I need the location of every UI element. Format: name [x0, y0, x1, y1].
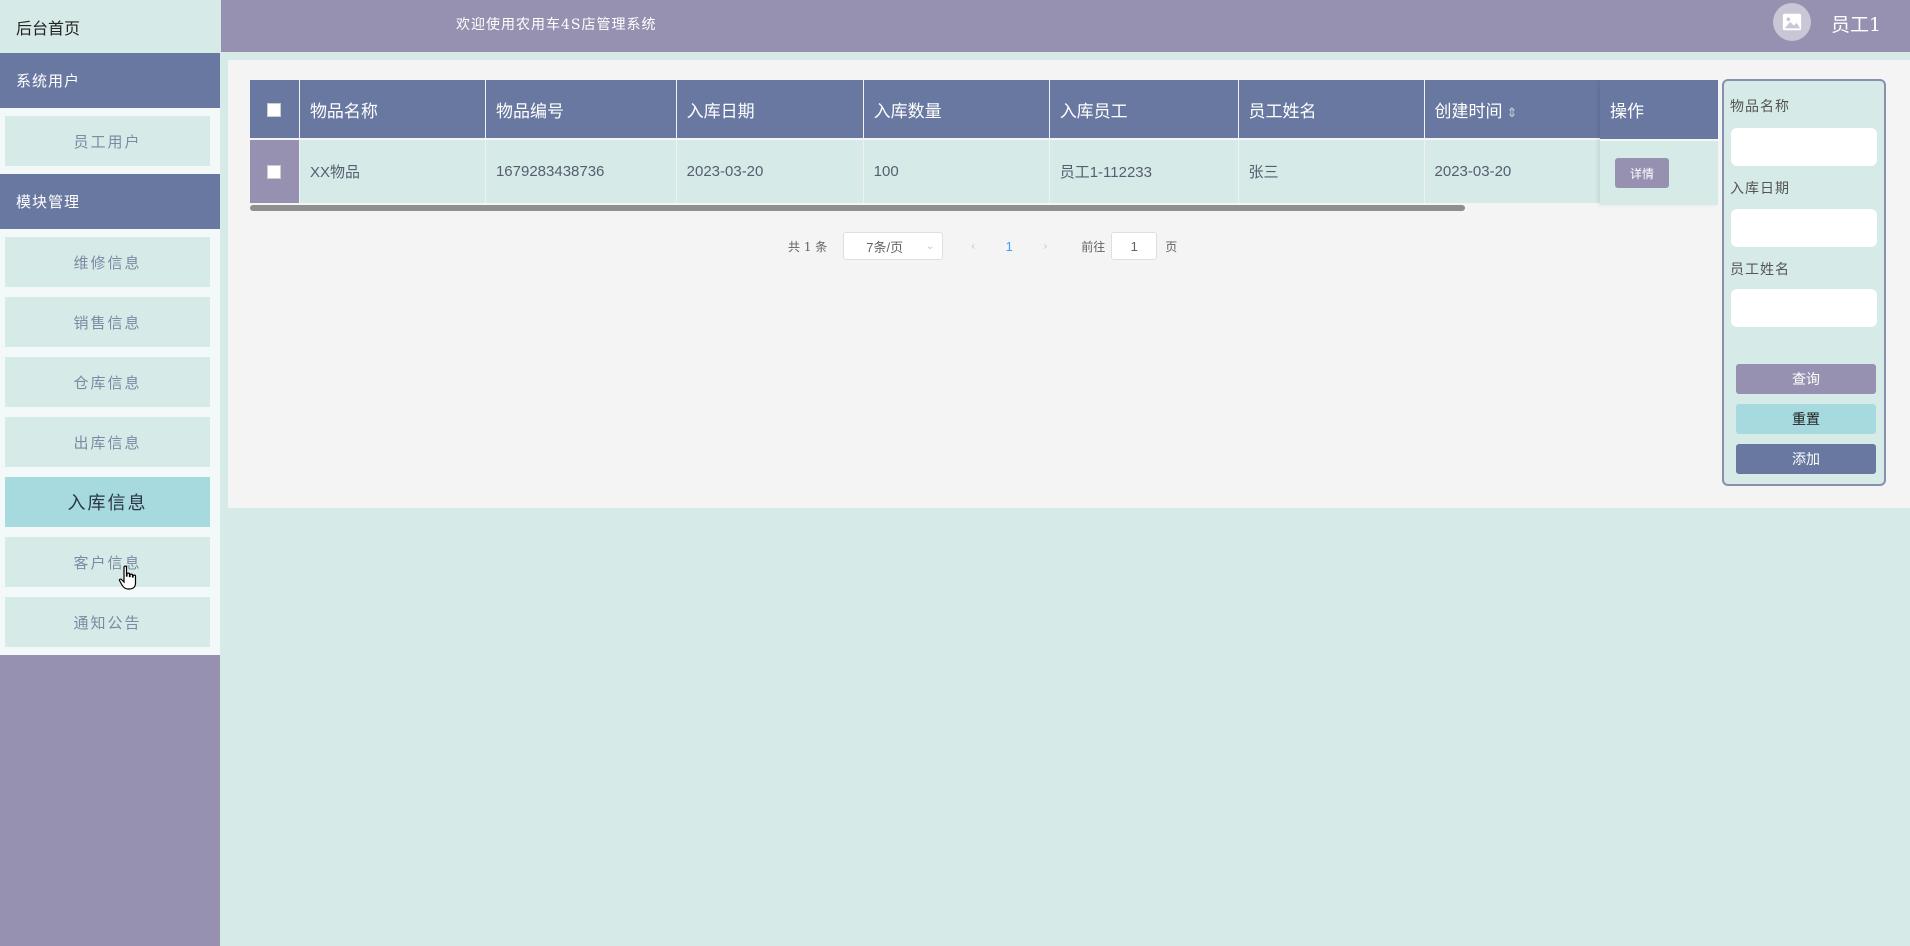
search-panel: 物品名称 入库日期 员工姓名 查询 重置 添加: [1722, 79, 1886, 486]
col-actions: 操作: [1600, 80, 1718, 139]
item-name-label: 物品名称: [1730, 99, 1790, 115]
fixed-actions-column: 操作 详情: [1600, 80, 1718, 205]
sidebar-item-notice[interactable]: 通知公告: [5, 597, 210, 647]
item-name-input[interactable]: [1731, 128, 1877, 166]
table-header-row: 物品名称 物品编号 入库日期 入库数量 入库员工 员工姓名 创建时间 ⇕: [250, 80, 1718, 139]
sidebar-group-modules-body: 维修信息 销售信息 仓库信息 出库信息 入库信息 客户信息 通知公告: [0, 229, 220, 655]
cell-staff-name: 张三: [1238, 138, 1425, 203]
image-icon: [1782, 13, 1802, 31]
top-bar: 欢迎使用农用车4S店管理系统 员工1: [221, 0, 1910, 52]
col-item-name: 物品名称: [299, 80, 486, 139]
query-button[interactable]: 查询: [1736, 364, 1876, 394]
sidebar-group-modules: 模块管理: [0, 174, 220, 229]
system-title: 欢迎使用农用车4S店管理系统: [456, 17, 657, 33]
next-page-button[interactable]: ›: [1031, 232, 1060, 260]
sidebar-item-sales-info[interactable]: 销售信息: [5, 297, 210, 347]
sort-icon[interactable]: ⇕: [1507, 105, 1518, 120]
username[interactable]: 员工1: [1831, 10, 1881, 37]
col-inbound-date: 入库日期: [676, 80, 864, 139]
main-panel: 物品名称 物品编号 入库日期 入库数量 入库员工 员工姓名 创建时间 ⇕ XX物品…: [228, 60, 1910, 508]
sidebar-group-system-users: 系统用户: [0, 53, 220, 108]
horizontal-scrollbar[interactable]: [250, 205, 1465, 211]
sidebar-item-inbound-info[interactable]: 入库信息: [5, 477, 210, 527]
cell-item-name: XX物品: [299, 138, 486, 203]
table-row: XX物品 1679283438736 2023-03-20 100 员工1-11…: [250, 138, 1718, 203]
detail-button[interactable]: 详情: [1615, 158, 1669, 188]
col-created-time[interactable]: 创建时间 ⇕: [1424, 80, 1613, 139]
cell-item-code: 1679283438736: [485, 138, 677, 203]
sidebar-group-system-users-body: 员工用户: [0, 108, 220, 174]
staff-name-input[interactable]: [1731, 289, 1877, 327]
sidebar-item-repair-info[interactable]: 维修信息: [5, 237, 210, 287]
col-inbound-staff: 入库员工: [1049, 80, 1239, 139]
sidebar-item-customer-info[interactable]: 客户信息: [5, 537, 210, 587]
sidebar: 后台首页 系统用户 员工用户 模块管理 维修信息 销售信息 仓库信息 出库信息 …: [0, 0, 220, 946]
chevron-down-icon: ⌄: [925, 240, 935, 252]
col-created-time-label: 创建时间: [1434, 101, 1503, 121]
row-checkbox[interactable]: [267, 165, 282, 180]
goto-page-input[interactable]: [1111, 232, 1158, 260]
row-checkbox-cell[interactable]: [250, 138, 300, 203]
select-all-checkbox[interactable]: [267, 102, 282, 117]
data-table: 物品名称 物品编号 入库日期 入库数量 入库员工 员工姓名 创建时间 ⇕ XX物品…: [250, 80, 1718, 203]
cell-inbound-date: 2023-03-20: [676, 138, 864, 203]
col-inbound-qty: 入库数量: [863, 80, 1050, 139]
select-all-checkbox-cell[interactable]: [250, 80, 300, 139]
page-number[interactable]: 1: [989, 232, 1030, 260]
pagination: 共 1 条 7条/页 ⌄ ‹ 1 › 前往 页: [788, 232, 1177, 260]
goto-unit: 页: [1165, 239, 1178, 254]
cell-created-time: 2023-03-20: [1424, 138, 1613, 203]
chevron-left-icon: ‹: [970, 239, 976, 253]
chevron-right-icon: ›: [1042, 239, 1048, 253]
add-button[interactable]: 添加: [1736, 444, 1876, 474]
pagination-total: 共 1 条: [788, 239, 828, 254]
inbound-date-input[interactable]: [1731, 209, 1877, 247]
staff-name-label: 员工姓名: [1730, 262, 1790, 278]
cell-inbound-qty: 100: [863, 138, 1050, 203]
data-table-wrapper: 物品名称 物品编号 入库日期 入库数量 入库员工 员工姓名 创建时间 ⇕ XX物品…: [250, 80, 1718, 210]
sidebar-item-outbound-info[interactable]: 出库信息: [5, 417, 210, 467]
col-staff-name: 员工姓名: [1238, 80, 1425, 139]
page-size-value: 7条/页: [866, 239, 904, 255]
prev-page-button[interactable]: ‹: [959, 232, 988, 260]
cell-actions: 详情: [1600, 139, 1718, 205]
goto-label: 前往: [1081, 239, 1106, 254]
sidebar-home[interactable]: 后台首页: [0, 0, 220, 53]
avatar[interactable]: [1773, 3, 1811, 41]
sidebar-item-warehouse-info[interactable]: 仓库信息: [5, 357, 210, 407]
reset-button[interactable]: 重置: [1736, 404, 1876, 434]
inbound-date-label: 入库日期: [1730, 181, 1790, 197]
page-size-select[interactable]: 7条/页 ⌄: [843, 232, 944, 260]
col-item-code: 物品编号: [485, 80, 677, 139]
sidebar-item-staff-users[interactable]: 员工用户: [5, 116, 210, 166]
cell-inbound-staff: 员工1-112233: [1049, 138, 1239, 203]
